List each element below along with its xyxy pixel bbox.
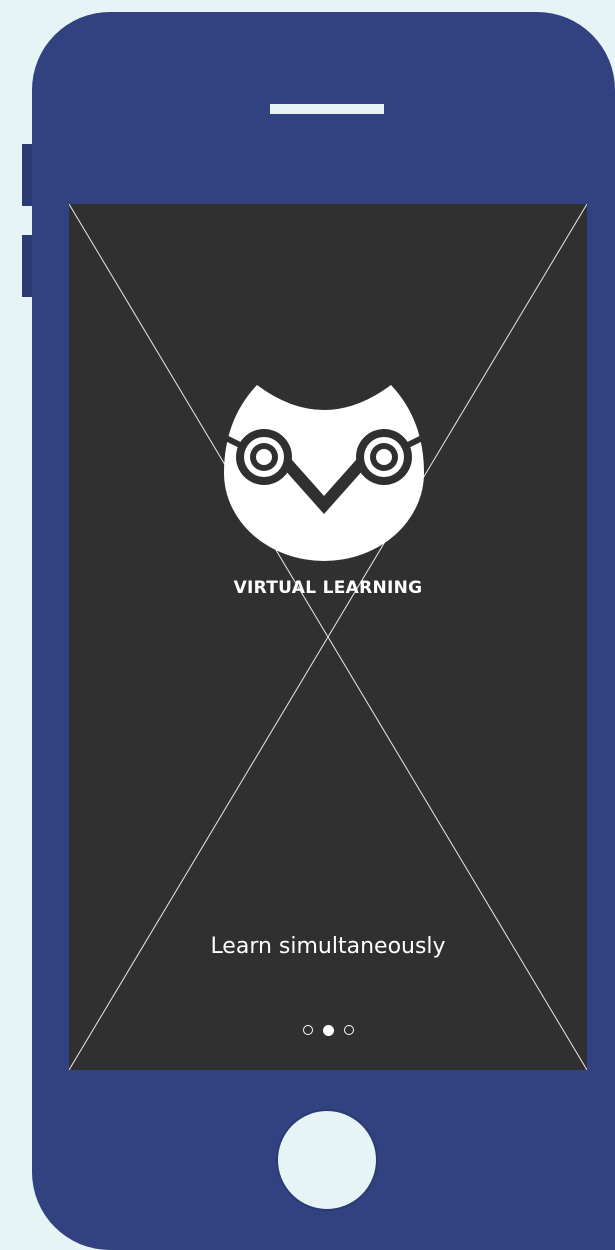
page-indicator[interactable] bbox=[69, 1023, 587, 1037]
page-dot-2-active[interactable] bbox=[322, 1024, 334, 1036]
onboarding-tagline: Learn simultaneously bbox=[210, 934, 446, 959]
mockup-canvas: VIRTUAL LEARNING Learn simultaneously bbox=[0, 0, 615, 1250]
speaker-slot bbox=[270, 104, 384, 114]
page-dot-3[interactable] bbox=[343, 1025, 354, 1035]
owl-icon bbox=[224, 385, 424, 561]
page-dot-1[interactable] bbox=[302, 1025, 313, 1035]
app-brand-title: VIRTUAL LEARNING bbox=[233, 578, 423, 598]
home-button[interactable] bbox=[276, 1109, 378, 1211]
onboarding-screen[interactable]: VIRTUAL LEARNING Learn simultaneously bbox=[69, 204, 587, 1070]
